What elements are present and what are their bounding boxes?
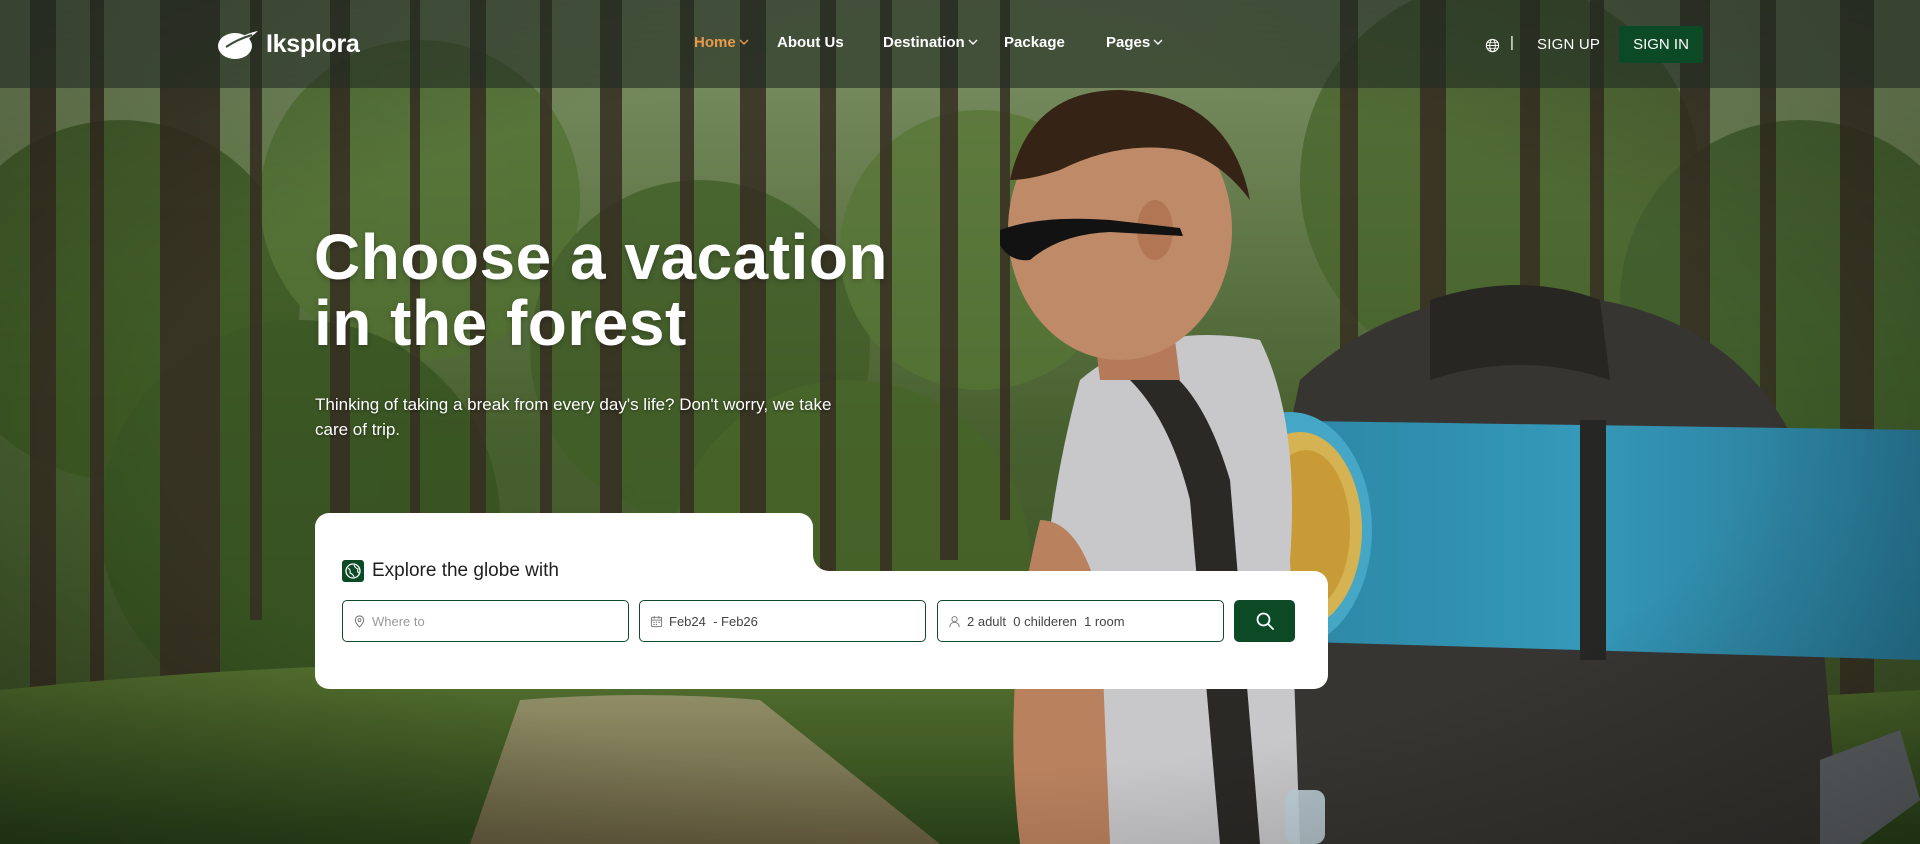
brand-name: Iksplora <box>266 29 360 58</box>
search-card-notch <box>813 513 843 571</box>
nav-item-label: Home <box>694 34 736 51</box>
search-icon <box>1256 612 1274 630</box>
hero-subtitle: Thinking of taking a break from every da… <box>315 395 832 439</box>
chevron-down-icon <box>968 39 978 45</box>
globe-icon[interactable] <box>1485 38 1500 53</box>
header-divider: | <box>1510 34 1514 51</box>
search-heading: Explore the globe with <box>342 560 559 582</box>
nav-item-label: Pages <box>1106 34 1151 51</box>
nav-item-home[interactable]: Home <box>694 34 749 51</box>
nav-item-about-us[interactable]: About Us <box>777 34 844 51</box>
brand-logo-icon <box>218 31 258 59</box>
nav-item-pages[interactable]: Pages <box>1106 34 1163 51</box>
top-navigation-bar: Iksplora Home About Us Destination Packa… <box>0 0 1920 88</box>
brand-logo[interactable]: Iksplora <box>216 26 360 62</box>
date-range-value: Feb24 - Feb26 <box>669 613 758 629</box>
sign-up-link[interactable]: SIGN UP <box>1537 36 1600 53</box>
guests-value: 2 adult 0 childeren 1 room <box>967 613 1125 629</box>
globe-badge-icon <box>342 560 364 582</box>
calendar-icon <box>650 615 663 627</box>
nav-item-package[interactable]: Package <box>1004 34 1065 51</box>
nav-item-label: Destination <box>883 34 965 51</box>
guests-field[interactable]: 2 adult 0 childeren 1 room <box>937 600 1224 642</box>
date-range-field[interactable]: Feb24 - Feb26 <box>639 600 926 642</box>
search-button[interactable] <box>1234 600 1295 642</box>
nav-item-label: Package <box>1004 34 1065 51</box>
nav-item-label: About Us <box>777 34 844 51</box>
hero-background-image <box>0 0 1920 844</box>
where-to-input[interactable] <box>372 613 628 629</box>
sign-in-button[interactable]: SIGN IN <box>1619 26 1703 63</box>
hero-title-line-2: in the forest <box>314 287 687 359</box>
chevron-down-icon <box>739 39 749 45</box>
map-pin-icon <box>354 614 365 628</box>
nav-item-destination[interactable]: Destination <box>883 34 978 51</box>
where-to-field[interactable] <box>342 600 629 642</box>
hero-title-line-1: Choose a vacation <box>314 221 888 293</box>
hero-title: Choose a vacation in the forest <box>314 224 934 356</box>
chevron-down-icon <box>1153 39 1163 45</box>
search-heading-text: Explore the globe with <box>372 560 559 581</box>
user-icon <box>949 615 960 627</box>
